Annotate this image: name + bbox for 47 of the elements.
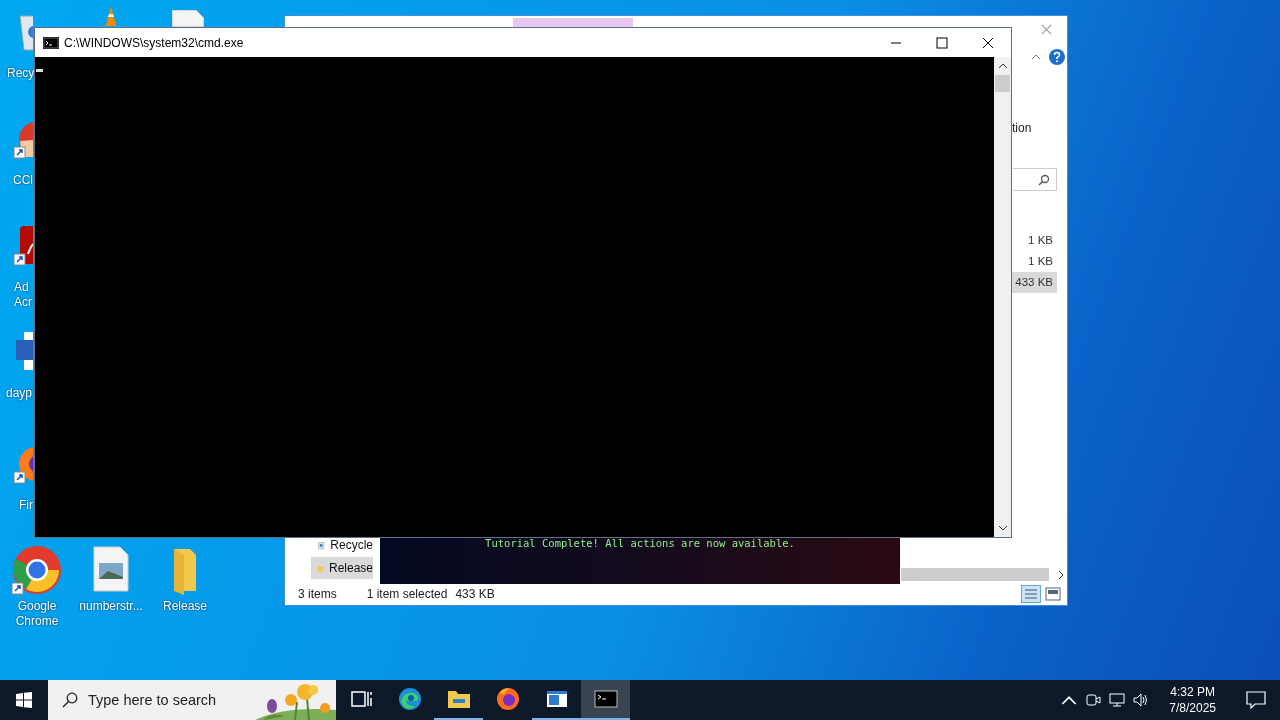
camera-icon[interactable] xyxy=(1085,692,1102,708)
console-icon xyxy=(43,36,59,49)
nav-item[interactable]: Recycle xyxy=(311,534,373,556)
search-icon xyxy=(1038,174,1050,186)
file-size[interactable]: 1 KB xyxy=(1012,230,1057,251)
icon-label: dayp xyxy=(6,386,33,401)
browser-icon xyxy=(397,687,422,711)
maximize-icon xyxy=(936,36,948,49)
ribbon-label[interactable]: tion xyxy=(1012,121,1032,135)
file-size[interactable]: 433 KB xyxy=(1012,272,1057,293)
icon-label: Google Chrome xyxy=(14,599,60,629)
icon-label: CCl xyxy=(13,173,33,188)
help-icon[interactable] xyxy=(1049,49,1065,65)
file-size[interactable]: 1 KB xyxy=(1012,251,1057,272)
network-icon[interactable] xyxy=(1109,692,1126,708)
volume-icon[interactable] xyxy=(1133,692,1150,708)
icon-label: Acr xyxy=(14,295,32,310)
console-icon xyxy=(593,687,618,711)
icon-label: Release xyxy=(162,599,208,614)
thumbnail-view-icon[interactable] xyxy=(1045,587,1061,601)
selection-status: 1 item selected xyxy=(366,587,448,601)
scroll-up-icon[interactable] xyxy=(997,63,1008,69)
scroll-down-icon[interactable] xyxy=(997,525,1008,531)
search-field[interactable] xyxy=(1013,168,1057,191)
windows-logo-icon xyxy=(16,692,32,708)
clock[interactable]: 4:32 PM 7/8/2025 xyxy=(1165,684,1220,716)
scrollbar-thumb[interactable] xyxy=(995,75,1010,92)
nav-item[interactable]: Release xyxy=(311,557,373,579)
icon-label: Recy xyxy=(7,66,35,81)
horizontal-scrollbar[interactable] xyxy=(901,568,1049,581)
browser-icon[interactable] xyxy=(12,545,62,595)
item-count: 3 items xyxy=(298,587,337,601)
selection-size: 433 KB xyxy=(455,587,495,601)
icon-label: Ad xyxy=(14,280,29,295)
text-cursor xyxy=(36,69,43,72)
vertical-scrollbar[interactable] xyxy=(994,57,1011,537)
icon-label: Fir xyxy=(19,498,33,513)
notification-text: Tutorial Complete! All actions are now available. xyxy=(485,537,795,549)
browser-icon xyxy=(495,687,520,711)
close-icon[interactable] xyxy=(1041,24,1052,35)
window-title: C:\WINDOWS\system32\cmd.exe xyxy=(64,35,244,50)
icon-label: numberstr... xyxy=(78,599,144,614)
notification-icon[interactable] xyxy=(1246,691,1266,709)
taskbar-app-button[interactable] xyxy=(581,680,630,720)
close-icon xyxy=(982,36,994,49)
search-icon xyxy=(62,692,78,708)
scroll-right-icon[interactable] xyxy=(1058,570,1064,580)
